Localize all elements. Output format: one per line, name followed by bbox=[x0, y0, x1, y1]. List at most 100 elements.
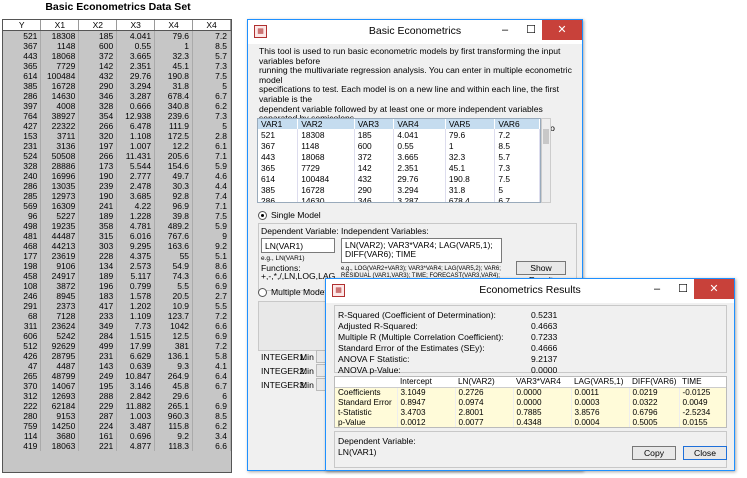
multiple-models-radio[interactable] bbox=[258, 288, 267, 297]
grid-cell[interactable]: 18068 bbox=[297, 151, 355, 162]
grid-cell[interactable]: 31.8 bbox=[445, 184, 496, 195]
grid-cell[interactable]: 45.1 bbox=[445, 162, 496, 173]
maximize-icon[interactable]: ☐ bbox=[520, 20, 542, 40]
grid-column-header[interactable]: VAR6 bbox=[494, 119, 540, 129]
single-model-radio[interactable] bbox=[258, 211, 267, 220]
grid-cell[interactable]: 7.3 bbox=[494, 162, 540, 173]
grid-cell[interactable]: 2.351 bbox=[393, 162, 446, 173]
grid-cell[interactable]: 614 bbox=[258, 173, 299, 184]
table-row: 291 2373 417 1.202 10.9 5.5 bbox=[3, 301, 231, 311]
grid-cell[interactable]: 286 bbox=[258, 195, 299, 202]
table-cell: 9106 bbox=[40, 261, 80, 271]
dependent-variable-input[interactable]: LN(VAR1) bbox=[261, 238, 335, 253]
grid-cell[interactable]: 3.294 bbox=[393, 184, 446, 195]
table-cell: 7729 bbox=[40, 61, 80, 71]
coef-cell: 3.8576 bbox=[571, 407, 630, 417]
results-close-icon[interactable]: ✕ bbox=[694, 279, 734, 299]
grid-row[interactable]: 614 100484 432 29.76 190.8 7.5 bbox=[258, 173, 540, 184]
table-row: 222 62184 229 11.882 265.1 6.9 bbox=[3, 401, 231, 411]
close-button[interactable]: Close bbox=[683, 446, 727, 460]
table-cell: 16996 bbox=[40, 171, 80, 181]
grid-cell[interactable]: 0.55 bbox=[393, 140, 446, 151]
show-result-button[interactable]: Show Result bbox=[516, 261, 566, 285]
grid-cell[interactable]: 14630 bbox=[297, 195, 355, 202]
grid-row[interactable]: 385 16728 290 3.294 31.8 5 bbox=[258, 184, 540, 195]
grid-row[interactable]: 365 7729 142 2.351 45.1 7.3 bbox=[258, 162, 540, 173]
close-icon[interactable]: ✕ bbox=[542, 20, 582, 40]
copy-button[interactable]: Copy bbox=[632, 446, 676, 460]
grid-row[interactable]: 367 1148 600 0.55 1 8.5 bbox=[258, 140, 540, 151]
grid-cell[interactable]: 385 bbox=[258, 184, 299, 195]
table-cell: 3136 bbox=[40, 141, 80, 151]
grid-cell[interactable]: 521 bbox=[258, 129, 299, 140]
grid-scrollbar[interactable] bbox=[541, 118, 551, 203]
grid-row[interactable]: 443 18068 372 3.665 32.3 5.7 bbox=[258, 151, 540, 162]
table-row: 419 18063 221 4.877 118.3 6.6 bbox=[3, 441, 231, 451]
grid-cell[interactable]: 5 bbox=[494, 184, 540, 195]
grid-cell[interactable]: 600 bbox=[354, 140, 395, 151]
table-cell: 24917 bbox=[40, 271, 80, 281]
grid-cell[interactable]: 365 bbox=[258, 162, 299, 173]
grid-cell[interactable]: 18308 bbox=[297, 129, 355, 140]
table-cell: 0.639 bbox=[116, 361, 156, 371]
grid-cell[interactable]: 367 bbox=[258, 140, 299, 151]
grid-cell[interactable]: 432 bbox=[354, 173, 395, 184]
grid-cell[interactable]: 372 bbox=[354, 151, 395, 162]
grid-cell[interactable]: 29.76 bbox=[393, 173, 446, 184]
table-cell: 5.1 bbox=[192, 251, 231, 261]
grid-cell[interactable]: 79.6 bbox=[445, 129, 496, 140]
table-cell: 365 bbox=[3, 61, 42, 71]
coef-cell: 0.0077 bbox=[455, 417, 514, 427]
grid-cell[interactable]: 1148 bbox=[297, 140, 355, 151]
table-cell: 4.6 bbox=[192, 171, 231, 181]
grid-cell[interactable]: 190.8 bbox=[445, 173, 496, 184]
coef-column-header: LAG(VAR5,1) bbox=[571, 377, 629, 388]
grid-column-header[interactable]: VAR5 bbox=[445, 119, 496, 129]
grid-cell[interactable]: 7729 bbox=[297, 162, 355, 173]
table-cell: 221 bbox=[78, 441, 118, 451]
table-row: 96 5227 189 1.228 39.8 7.5 bbox=[3, 211, 231, 221]
grid-cell[interactable]: 16728 bbox=[297, 184, 355, 195]
results-minimize-icon[interactable]: – bbox=[646, 279, 668, 299]
table-cell: 291 bbox=[3, 301, 42, 311]
grid-cell[interactable]: 5.7 bbox=[494, 151, 540, 162]
table-cell: 190 bbox=[78, 191, 118, 201]
grid-cell[interactable]: 443 bbox=[258, 151, 299, 162]
grid-cell[interactable]: 4.041 bbox=[393, 129, 446, 140]
grid-cell[interactable]: 7.5 bbox=[494, 173, 540, 184]
grid-column-header[interactable]: VAR3 bbox=[354, 119, 395, 129]
grid-row[interactable]: 521 18308 185 4.041 79.6 7.2 bbox=[258, 129, 540, 140]
grid-cell[interactable]: 1 bbox=[445, 140, 496, 151]
grid-cell[interactable]: 32.3 bbox=[445, 151, 496, 162]
grid-cell[interactable]: 8.5 bbox=[494, 140, 540, 151]
grid-cell[interactable]: 678.4 bbox=[445, 195, 496, 202]
table-cell: 346 bbox=[78, 91, 118, 101]
grid-cell[interactable]: 7.2 bbox=[494, 129, 540, 140]
grid-cell[interactable]: 185 bbox=[354, 129, 395, 140]
grid-column-header[interactable]: VAR4 bbox=[393, 119, 446, 129]
grid-cell[interactable]: 346 bbox=[354, 195, 395, 202]
coef-cell: 0.0155 bbox=[679, 417, 726, 427]
grid-cell[interactable]: 3.665 bbox=[393, 151, 446, 162]
independent-variables-input[interactable]: LN(VAR2); VAR3*VAR4; LAG(VAR5,1); DIFF(V… bbox=[341, 238, 502, 263]
table-cell: 7128 bbox=[40, 311, 80, 321]
table-cell: 2.842 bbox=[116, 391, 156, 401]
table-row: 265 48799 249 10.847 264.9 6.4 bbox=[3, 371, 231, 381]
grid-column-header[interactable]: VAR2 bbox=[297, 119, 355, 129]
grid-column-header[interactable]: VAR1 bbox=[258, 119, 299, 129]
grid-cell[interactable]: 100484 bbox=[297, 173, 355, 184]
results-maximize-icon[interactable]: ☐ bbox=[672, 279, 694, 299]
grid-cell[interactable]: 142 bbox=[354, 162, 395, 173]
minimize-icon[interactable]: – bbox=[494, 20, 516, 40]
table-cell: 1.007 bbox=[116, 141, 156, 151]
grid-cell[interactable]: 290 bbox=[354, 184, 395, 195]
table-cell: 397 bbox=[3, 101, 42, 111]
input-data-grid[interactable]: VAR1 VAR2 VAR3 VAR4 VAR5 VAR6 521 18308 185 4.041… bbox=[257, 118, 541, 203]
multiple-models-input[interactable] bbox=[258, 301, 332, 351]
grid-cell[interactable]: 3.287 bbox=[393, 195, 446, 202]
table-cell: 614 bbox=[3, 71, 42, 81]
econometrics-results-window: ▦ Econometrics Results – ☐ ✕ R-Squared (… bbox=[325, 278, 735, 471]
table-cell: 16309 bbox=[40, 201, 80, 211]
grid-cell[interactable]: 6.7 bbox=[494, 195, 540, 202]
grid-row[interactable]: 286 14630 346 3.287 678.4 6.7 bbox=[258, 195, 540, 202]
